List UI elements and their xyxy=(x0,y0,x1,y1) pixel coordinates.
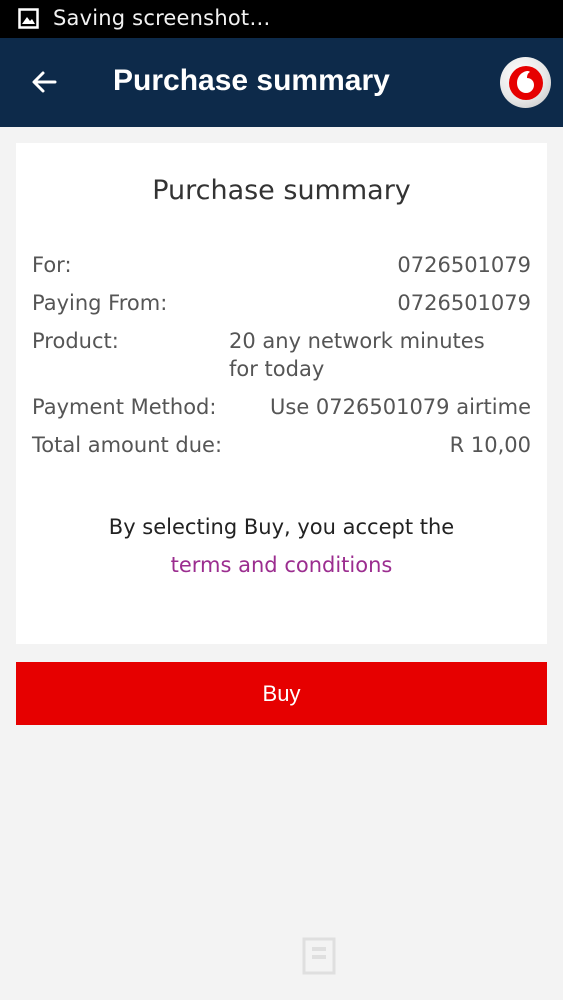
row-value-for: 0726501079 xyxy=(397,253,531,277)
row-value-total: R 10,00 xyxy=(449,433,531,457)
buy-button[interactable]: Buy xyxy=(16,662,547,725)
terms-notice: By selecting Buy, you accept the xyxy=(108,515,455,539)
back-button[interactable] xyxy=(22,60,66,104)
complaints-board-watermark xyxy=(302,937,336,975)
vodafone-logo xyxy=(500,57,551,108)
purchase-summary-card: Purchase summary For: 0726501079 Paying … xyxy=(16,143,547,644)
row-label-total: Total amount due: xyxy=(32,433,223,457)
arrow-left-icon xyxy=(32,71,57,93)
terms-link[interactable]: terms and conditions xyxy=(16,553,547,577)
row-label-paying-from: Paying From: xyxy=(32,291,168,315)
row-value-product: 20 any network minutes for today xyxy=(229,329,485,381)
status-text: Saving screenshot… xyxy=(53,6,271,30)
image-icon xyxy=(18,8,39,29)
status-bar: Saving screenshot… xyxy=(0,0,563,38)
row-label-payment-method: Payment Method: xyxy=(32,395,217,419)
row-label-product: Product: xyxy=(32,329,119,353)
app-title: Purchase summary xyxy=(113,64,390,97)
row-value-paying-from: 0726501079 xyxy=(397,291,531,315)
app-bar: Purchase summary xyxy=(0,38,563,127)
row-value-payment-method: Use 0726501079 airtime xyxy=(270,395,531,419)
row-label-for: For: xyxy=(32,253,72,277)
vodafone-logo-mark xyxy=(508,65,543,100)
card-title: Purchase summary xyxy=(152,175,411,206)
